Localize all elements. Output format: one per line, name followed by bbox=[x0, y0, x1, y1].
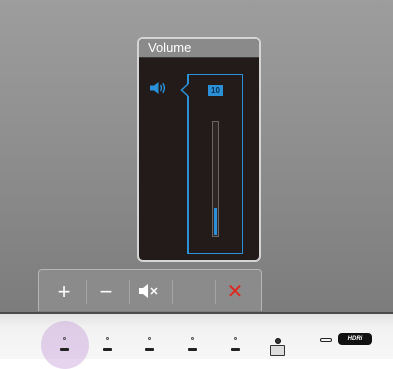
volume-slider[interactable] bbox=[212, 121, 219, 237]
osd-button-bar: + − ✕ bbox=[38, 269, 262, 311]
minus-button[interactable]: − bbox=[86, 278, 126, 306]
bracket-pointer bbox=[180, 83, 189, 102]
touch-indicator bbox=[41, 321, 89, 369]
mute-icon bbox=[138, 281, 160, 303]
volume-osd-panel: Volume 10 bbox=[137, 37, 261, 262]
blank-button[interactable] bbox=[172, 278, 212, 306]
plus-button[interactable]: + bbox=[44, 278, 84, 306]
plus-icon: + bbox=[57, 279, 71, 304]
hdri-logo: HDRi bbox=[338, 333, 372, 345]
volume-title: Volume bbox=[139, 39, 259, 58]
close-icon: ✕ bbox=[226, 281, 244, 303]
volume-slider-fill bbox=[214, 208, 217, 235]
close-button[interactable]: ✕ bbox=[215, 278, 255, 306]
monitor-screen: Volume 10 + − ✕ bbox=[0, 0, 393, 312]
speaker-icon bbox=[149, 81, 167, 100]
volume-value: 10 bbox=[208, 85, 223, 96]
minus-icon: − bbox=[99, 279, 113, 304]
sensor-indicator bbox=[320, 338, 332, 342]
power-icon bbox=[275, 338, 281, 344]
mute-button[interactable] bbox=[129, 278, 169, 306]
